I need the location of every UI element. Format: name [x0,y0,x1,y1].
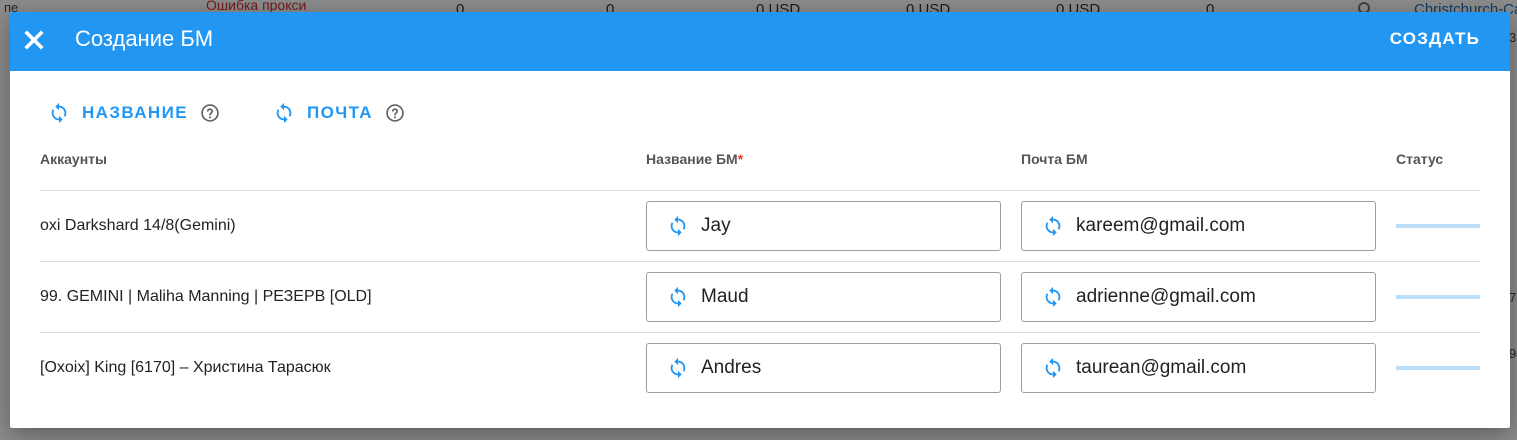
account-name: [Oxoix] King [6170] – Христина Тарасюк [40,359,331,376]
regenerate-emails-label: ПОЧТА [307,103,373,122]
sync-icon[interactable] [1042,357,1064,379]
regenerate-names-label: НАЗВАНИЕ [82,103,188,122]
close-icon[interactable] [22,28,46,52]
account-name: 99. GEMINI | Maliha Manning | РЕЗЕРВ [OL… [40,288,372,305]
table-row: [Oxoix] King [6170] – Христина Тарасюк [40,333,1480,404]
status-progress-bar [1396,224,1480,228]
required-mark: * [737,151,744,167]
column-header-bm-email: Почта БМ [1021,151,1088,167]
sync-icon[interactable] [667,286,689,308]
bm-name-field [646,272,1001,322]
column-header-bm-name-text: Название БМ [646,151,738,167]
bm-email-input[interactable] [1076,215,1366,237]
create-bm-dialog: Создание БМ СОЗДАТЬ НАЗВАНИЕ ПОЧТА Аккау… [10,12,1510,428]
bm-name-input[interactable] [701,215,991,237]
sync-icon[interactable] [1042,286,1064,308]
column-header-bm-name: Название БМ* [646,151,743,167]
status-progress-fill [1396,295,1480,299]
status-progress-fill [1396,366,1480,370]
status-progress-bar [1396,295,1480,299]
table-row: 99. GEMINI | Maliha Manning | РЕЗЕРВ [OL… [40,262,1480,333]
bm-name-field [646,343,1001,393]
table-row: oxi Darkshard 14/8(Gemini) [40,191,1480,262]
dialog-title: Создание БМ [75,26,214,51]
column-header-accounts: Аккаунты [40,151,107,167]
bm-email-input[interactable] [1076,357,1366,379]
bm-name-field [646,201,1001,251]
help-circle-icon[interactable] [385,103,405,123]
bm-name-input[interactable] [701,357,991,379]
bm-email-field [1021,201,1376,251]
create-button[interactable]: СОЗДАТЬ [1390,29,1480,49]
status-progress-bar [1396,366,1480,370]
sync-icon [276,102,292,124]
regenerate-emails-button[interactable]: ПОЧТА [273,100,405,126]
regenerate-names-button[interactable]: НАЗВАНИЕ [48,100,220,126]
sync-icon[interactable] [667,215,689,237]
bm-email-field [1021,272,1376,322]
sync-icon [51,102,67,124]
sync-icon[interactable] [1042,215,1064,237]
column-header-status: Статус [1396,151,1444,167]
dialog-header: Создание БМ СОЗДАТЬ [10,12,1510,71]
bm-email-input[interactable] [1076,286,1366,308]
account-name: oxi Darkshard 14/8(Gemini) [40,217,236,234]
sync-icon[interactable] [667,357,689,379]
status-progress-fill [1396,224,1480,228]
bm-name-input[interactable] [701,286,991,308]
bm-email-field [1021,343,1376,393]
help-circle-icon[interactable] [200,103,220,123]
